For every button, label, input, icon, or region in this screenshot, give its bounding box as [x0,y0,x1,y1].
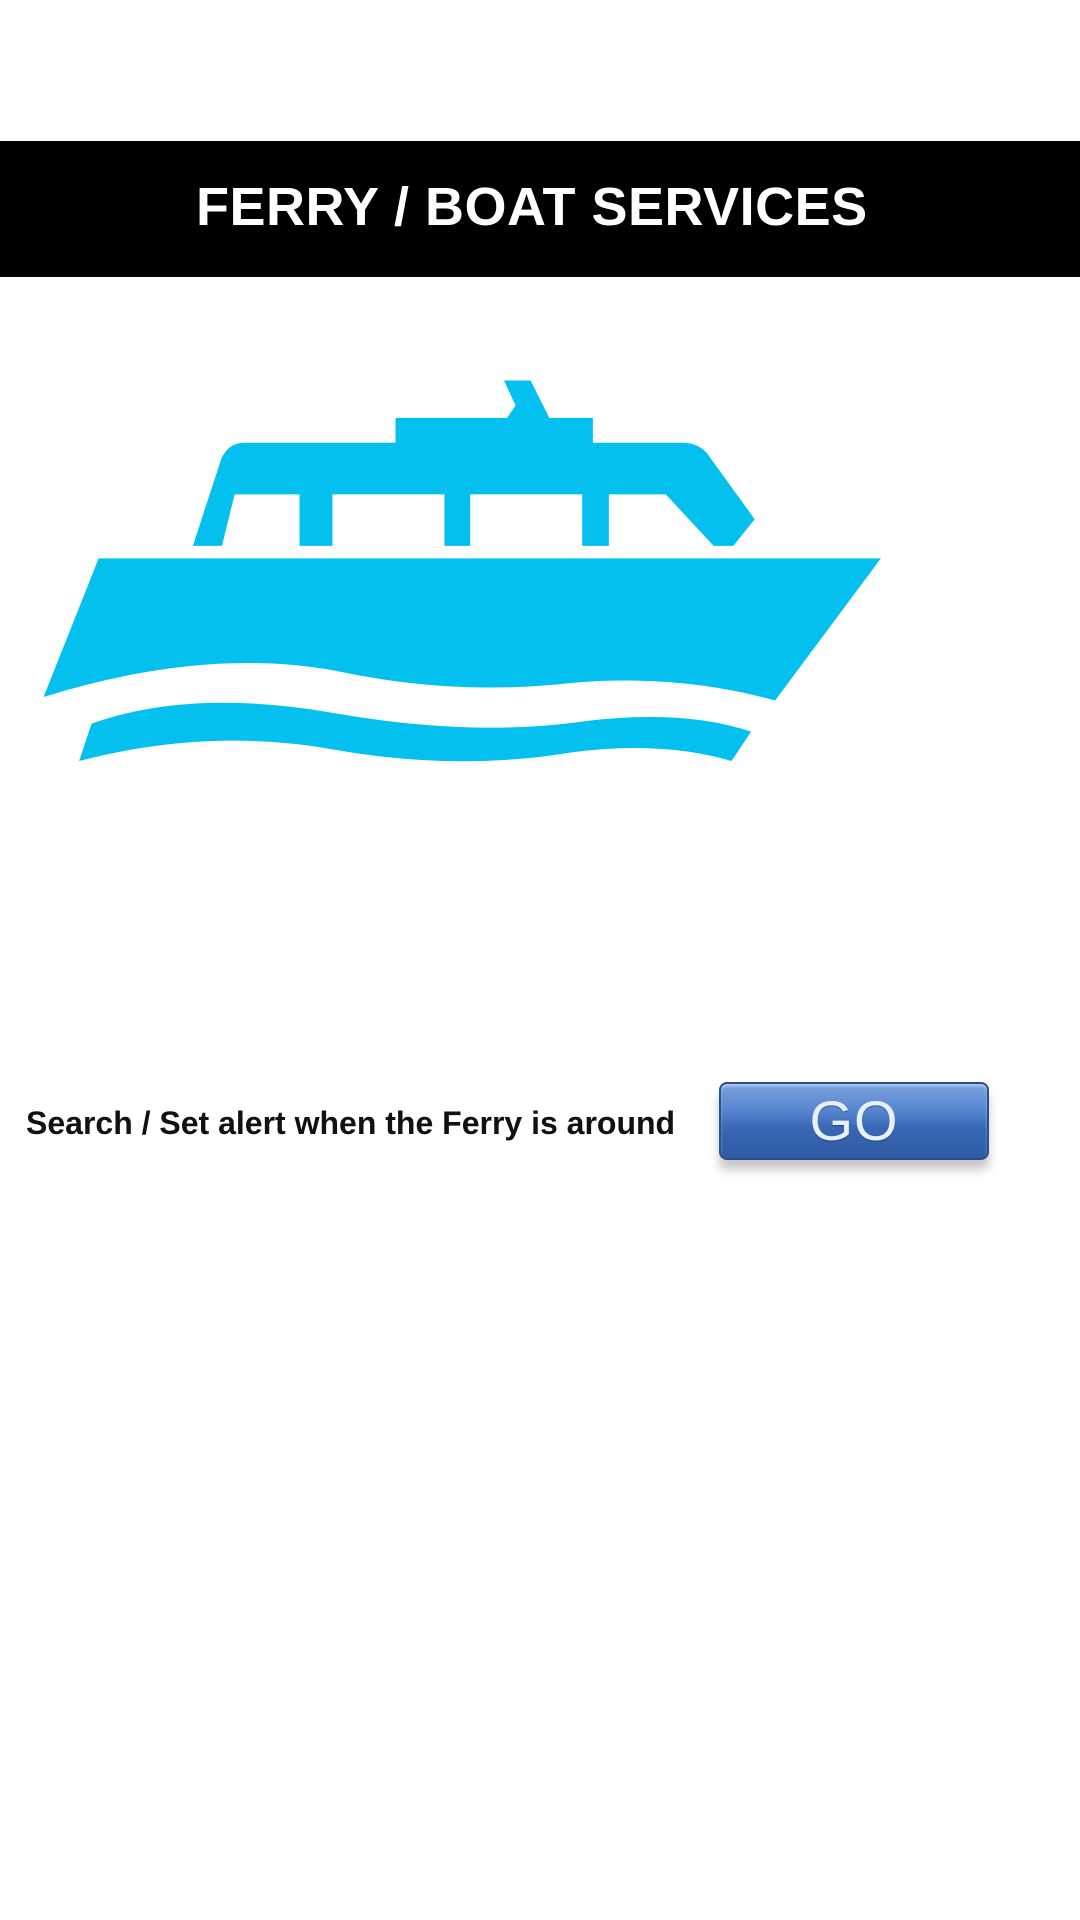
go-button[interactable]: GO [719,1082,989,1160]
search-alert-label: Search / Set alert when the Ferry is aro… [26,1105,676,1141]
ferry-boat-icon [40,355,1000,815]
page-title: FERRY / BOAT SERVICES [196,177,868,237]
